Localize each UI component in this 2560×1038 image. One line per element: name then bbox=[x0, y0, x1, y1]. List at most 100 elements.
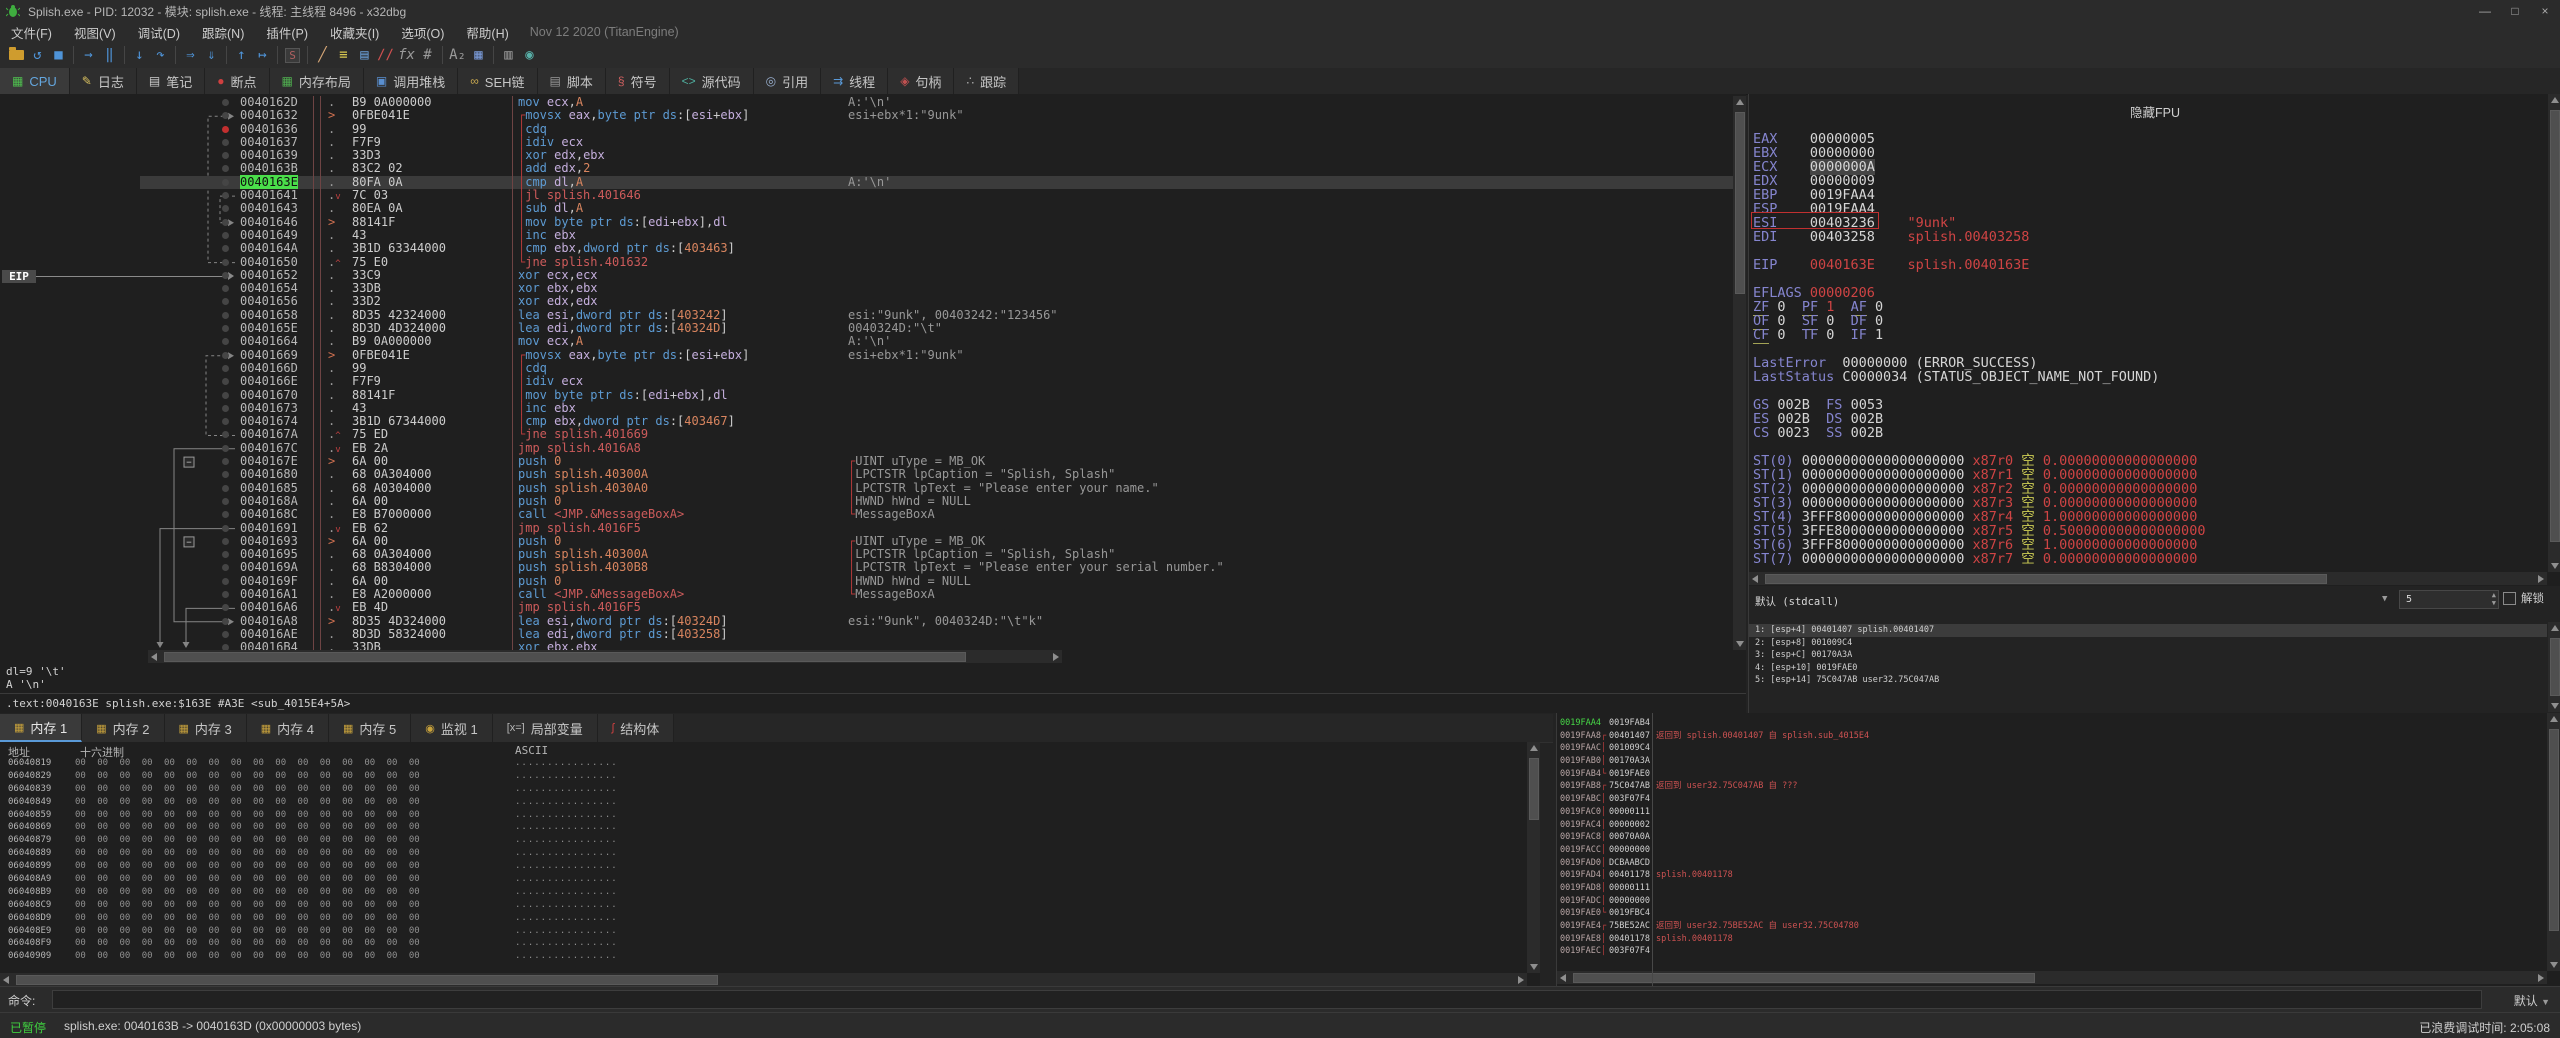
tab-内存-2[interactable]: ▦ 内存 2 bbox=[82, 714, 165, 742]
disasm-row[interactable]: 0040169F. 6A 00 push 0 │HWND hWnd = NULL bbox=[140, 574, 1733, 588]
row-dot-icon[interactable] bbox=[222, 537, 229, 545]
disasm-row[interactable]: 004016A6 .v EB 4D jmp splish.4016F5 bbox=[140, 600, 1733, 615]
breakpoint-icon[interactable] bbox=[222, 125, 229, 133]
row-dot-icon[interactable] bbox=[222, 577, 229, 585]
execute-till-return-icon[interactable]: ↑ bbox=[231, 45, 252, 65]
scroll-thumb[interactable] bbox=[1765, 574, 2327, 584]
disasm-row[interactable]: 004016AE. 8D3D 58324000 lea edi,dword ptr … bbox=[140, 627, 1733, 642]
disasm-row[interactable]: 00401674. 3B1D 67344000 │cmp ebx,dword ptr… bbox=[140, 414, 1733, 429]
tab-监视-1[interactable]: ◉ 监视 1 bbox=[411, 714, 493, 742]
tab-内存-5[interactable]: ▦ 内存 5 bbox=[329, 714, 412, 742]
scroll-arrow-icon[interactable] bbox=[2549, 716, 2558, 722]
stack-row[interactable]: 0019FACC │ 00000000 bbox=[1557, 844, 2547, 857]
stack-row[interactable]: 0019FAE4 ┌ 75BE52AC 返回到 user32.75BE52AC 自 u… bbox=[1557, 920, 2547, 933]
argument-row[interactable]: 1: [esp+4] 00401407 splish.00401407 bbox=[1749, 624, 2547, 637]
dump-row[interactable]: 06040849 00 00 00 00 00 00 00 00 00 00 00… bbox=[0, 796, 1540, 809]
tab-cpu[interactable]: ▦ CPU bbox=[0, 68, 70, 94]
menu-v[interactable]: 视图(V) bbox=[63, 22, 127, 42]
argument-row[interactable]: 4: [esp+10] 0019FAE0 bbox=[1749, 662, 2547, 675]
scroll-arrow-icon[interactable] bbox=[2549, 962, 2558, 968]
row-dot-icon[interactable] bbox=[222, 604, 229, 612]
ribbon-icon[interactable]: ∕∕ bbox=[375, 45, 396, 65]
row-dot-icon[interactable] bbox=[222, 458, 229, 466]
hide-fpu-button[interactable]: 隐藏FPU bbox=[1749, 102, 2560, 121]
dump-row[interactable]: 06040859 00 00 00 00 00 00 00 00 00 00 00… bbox=[0, 809, 1540, 822]
row-dot-icon[interactable] bbox=[222, 444, 229, 452]
registers-hscrollbar[interactable] bbox=[1749, 572, 2547, 585]
dump-row[interactable]: 06040899 00 00 00 00 00 00 00 00 00 00 00… bbox=[0, 860, 1540, 873]
disasm-row[interactable]: 0040162D. B9 0A000000 mov ecx,A A:'\n' bbox=[140, 96, 1733, 110]
scroll-thumb[interactable] bbox=[2550, 110, 2560, 542]
scroll-arrow-icon[interactable] bbox=[1752, 574, 1758, 583]
menu-n[interactable]: 跟踪(N) bbox=[191, 22, 255, 42]
row-dot-icon[interactable] bbox=[222, 630, 229, 638]
disasm-row[interactable]: 00401691 .v EB 62 jmp splish.4016F5 bbox=[140, 521, 1733, 535]
disasm-row[interactable]: 00401636. 99 │cdq bbox=[140, 122, 1733, 136]
disasm-row[interactable]: 004016B4. 33DB xor ebx,ebx bbox=[140, 640, 1733, 650]
patch-icon[interactable]: ╱ bbox=[312, 45, 333, 65]
scroll-thumb[interactable] bbox=[1573, 973, 2035, 983]
scroll-thumb[interactable] bbox=[1735, 112, 1745, 294]
argument-row[interactable]: 2: [esp+8] 001009C4 bbox=[1749, 637, 2547, 650]
tab-内存-1[interactable]: ▦ 内存 1 bbox=[0, 714, 83, 742]
disasm-row[interactable]: 00401649. 43 │inc ebx bbox=[140, 228, 1733, 243]
disasm-row[interactable]: 00401641 .v 7C 03 │jl splish.401646 bbox=[140, 188, 1733, 203]
disasm-row[interactable]: 00401670. 88141F │mov byte ptr ds:[edi+ebx… bbox=[140, 388, 1733, 402]
fx-icon[interactable]: fx bbox=[396, 45, 417, 65]
disasm-row[interactable]: 004016A1. E8 A2000000 call <JMP.&MessageBo… bbox=[140, 587, 1733, 602]
tab-调用堆栈[interactable]: ▣ 调用堆栈 bbox=[363, 68, 459, 94]
tab-引用[interactable]: ◎ 引用 bbox=[753, 68, 822, 94]
argument-count-stepper[interactable]: 5 ▲ ▼ bbox=[2399, 590, 2499, 609]
tab-内存-4[interactable]: ▦ 内存 4 bbox=[246, 714, 329, 742]
row-dot-icon[interactable] bbox=[222, 364, 229, 372]
dump-row[interactable]: 06040879 00 00 00 00 00 00 00 00 00 00 00… bbox=[0, 834, 1540, 847]
disasm-row[interactable]: 0040167A .^ 75 ED └jne splish.401669 bbox=[140, 428, 1733, 442]
stack-row[interactable]: 0019FAE8 │ 00401178 splish.00401178 bbox=[1557, 933, 2547, 946]
disasm-row[interactable]: 0040166D. 99 │cdq bbox=[140, 361, 1733, 376]
trace-over-icon[interactable]: ⇓ bbox=[201, 45, 222, 65]
row-dot-icon[interactable] bbox=[222, 564, 229, 572]
argument-row[interactable]: 3: [esp+C] 00170A3A bbox=[1749, 649, 2547, 662]
row-dot-icon[interactable] bbox=[222, 152, 229, 160]
tab-笔记[interactable]: ▤ 笔记 bbox=[136, 68, 206, 94]
disasm-row[interactable]: 00401652. 33C9 xor ecx,ecx bbox=[140, 268, 1733, 283]
dump-row[interactable]: 060408E9 00 00 00 00 00 00 00 00 00 00 00… bbox=[0, 925, 1540, 938]
disassembly-vscrollbar[interactable] bbox=[1733, 96, 1746, 650]
tab-符号[interactable]: § 符号 bbox=[605, 68, 670, 94]
stack-vscrollbar[interactable] bbox=[2547, 713, 2560, 971]
stack-row[interactable]: 0019FAD8 │ 00000111 bbox=[1557, 882, 2547, 895]
disasm-row[interactable]: 0040163E. 80FA 0A │cmp dl,A A:'\n' bbox=[140, 174, 1733, 190]
registers-vscrollbar[interactable] bbox=[2548, 94, 2560, 572]
stack-hscrollbar[interactable] bbox=[1557, 971, 2547, 984]
disasm-row[interactable]: 0040163B. 83C2 02 │add edx,2 bbox=[140, 162, 1733, 176]
disasm-row[interactable]: 004016A8 >8D35 4D324000 lea esi,dword ptr … bbox=[140, 614, 1733, 628]
row-dot-icon[interactable] bbox=[222, 192, 229, 200]
scroll-thumb[interactable] bbox=[1529, 758, 1539, 820]
tab-局部变量[interactable]: [x=] 局部变量 bbox=[492, 714, 598, 742]
disasm-row[interactable]: 00401673. 43 │inc ebx bbox=[140, 401, 1733, 416]
tab-源代码[interactable]: <> 源代码 bbox=[669, 68, 754, 94]
disasm-row[interactable]: 00401650 .^ 75 E0 └jne splish.401632 bbox=[140, 255, 1733, 269]
row-dot-icon[interactable] bbox=[222, 418, 229, 426]
command-profile-select[interactable]: 默认 ▼ bbox=[2514, 992, 2550, 1009]
row-dot-icon[interactable] bbox=[222, 431, 229, 439]
run-to-user-code-icon[interactable]: ↦ bbox=[252, 45, 273, 65]
stack-row[interactable]: 0019FAC0 │ 00000111 bbox=[1557, 806, 2547, 819]
stop-icon[interactable]: ■ bbox=[48, 45, 69, 65]
tab-断点[interactable]: ● 断点 bbox=[205, 68, 270, 94]
favourites-icon[interactable]: ≡ bbox=[333, 45, 354, 65]
pause-icon[interactable]: ‖ bbox=[99, 45, 120, 65]
row-dot-icon[interactable] bbox=[222, 511, 229, 519]
disasm-row[interactable]: 0040167C .v EB 2A jmp splish.4016A8 bbox=[140, 441, 1733, 456]
disasm-row[interactable]: 0040168A. 6A 00 push 0 │HWND hWnd = NULL bbox=[140, 494, 1733, 509]
disasm-row[interactable]: 00401658. 8D35 42324000 lea esi,dword ptr … bbox=[140, 308, 1733, 323]
dump-row[interactable]: 06040819 00 00 00 00 00 00 00 00 00 00 00… bbox=[0, 757, 1540, 770]
scroll-arrow-icon[interactable] bbox=[1735, 641, 1744, 647]
arguments-vscrollbar[interactable] bbox=[2548, 622, 2560, 712]
scroll-arrow-icon[interactable] bbox=[1560, 973, 1566, 982]
row-dot-icon[interactable] bbox=[222, 404, 229, 412]
tab-内存布局[interactable]: ▦ 内存布局 bbox=[269, 68, 364, 94]
scroll-thumb[interactable] bbox=[2549, 729, 2559, 931]
stack-row[interactable]: 0019FAB0 │ 00170A3A bbox=[1557, 755, 2547, 768]
row-dot-icon[interactable] bbox=[222, 178, 229, 186]
